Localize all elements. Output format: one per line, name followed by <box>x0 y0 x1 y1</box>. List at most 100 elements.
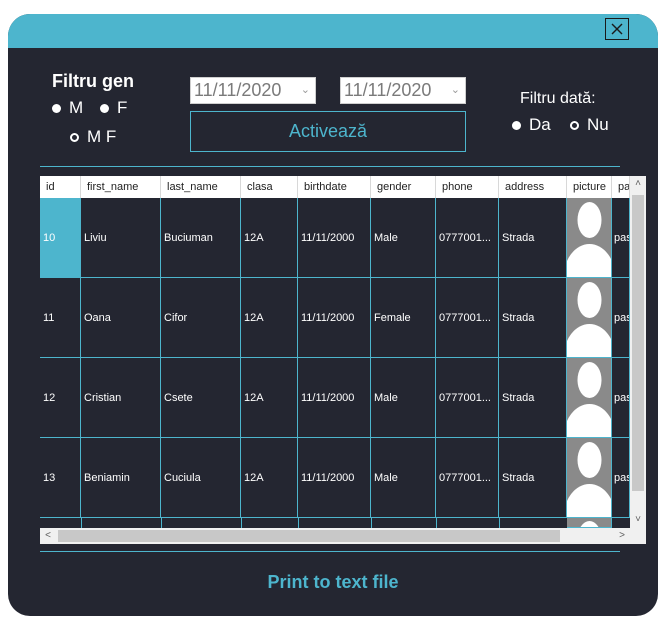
close-icon <box>611 23 623 35</box>
radio-checked-icon <box>512 120 521 130</box>
date-radio-da[interactable]: Da <box>512 115 551 135</box>
table-row[interactable]: 11 Oana Cifor 12A 11/11/2000 Female 0777… <box>40 278 630 358</box>
cell-phone[interactable]: 0777001... <box>436 438 499 518</box>
column-header[interactable]: picture <box>567 176 612 198</box>
cell-picture[interactable] <box>567 438 612 518</box>
cell-gender[interactable]: Male <box>371 358 436 438</box>
avatar-placeholder-icon <box>567 282 611 357</box>
avatar-placeholder-icon <box>580 521 599 527</box>
cell-first-name[interactable]: Liviu <box>81 198 161 278</box>
close-button[interactable] <box>605 18 629 40</box>
cell-first-name[interactable]: Oana <box>81 278 161 358</box>
cell-birthdate[interactable]: 11/11/2000 <box>298 358 371 438</box>
cell-clasa[interactable]: 12A <box>241 278 298 358</box>
column-header[interactable]: id <box>40 176 81 198</box>
cell-id[interactable]: 13 <box>40 438 81 518</box>
cell-password[interactable]: pas <box>612 278 630 358</box>
gender-radio-mf[interactable]: M F <box>70 127 116 147</box>
students-grid[interactable]: id first_name last_name clasa birthdate … <box>40 176 646 544</box>
table-row-partial <box>40 518 630 528</box>
avatar-placeholder-icon <box>567 362 611 437</box>
print-to-file-button[interactable]: Print to text file <box>8 572 658 593</box>
divider-top <box>40 166 620 167</box>
cell-id[interactable]: 10 <box>40 198 81 278</box>
cell-picture[interactable] <box>567 278 612 358</box>
column-header[interactable]: birthdate <box>298 176 371 198</box>
date-filter-title: Filtru dată: <box>520 90 596 107</box>
date-from-value: 11/11/2020 <box>194 80 282 100</box>
avatar-placeholder-icon <box>567 202 611 277</box>
date-to-value: 11/11/2020 <box>344 80 432 100</box>
date-radio-nu-label: Nu <box>587 115 609 134</box>
gender-filter-title: Filtru gen <box>52 71 134 91</box>
date-radio-da-label: Da <box>529 115 551 134</box>
cell-address[interactable]: Strada <box>499 358 567 438</box>
cell-clasa[interactable]: 12A <box>241 438 298 518</box>
column-header[interactable]: last_name <box>161 176 241 198</box>
column-header[interactable]: phone <box>436 176 499 198</box>
cell-id[interactable]: 12 <box>40 358 81 438</box>
gender-radio-m-label: M <box>69 98 84 117</box>
cell-phone[interactable]: 0777001... <box>436 358 499 438</box>
app-window: Filtru gen M F M F 11/11/2020 ⌄ 11/11/20… <box>8 14 658 616</box>
vertical-scrollbar[interactable]: ˄ ˅ <box>630 176 646 528</box>
cell-last-name[interactable]: Buciuman <box>161 198 241 278</box>
cell-birthdate[interactable]: 11/11/2000 <box>298 438 371 518</box>
cell-password[interactable]: pas <box>612 438 630 518</box>
table-row[interactable]: 13 Beniamin Cuciula 12A 11/11/2000 Male … <box>40 438 630 518</box>
scroll-up-icon[interactable]: ˄ <box>630 176 646 192</box>
gender-radio-m[interactable]: M <box>52 98 83 118</box>
cell-password[interactable]: pas <box>612 198 630 278</box>
cell-picture[interactable] <box>567 198 612 278</box>
scroll-left-icon[interactable]: ˂ <box>40 528 56 544</box>
activate-button[interactable]: Activează <box>190 111 466 152</box>
table-row[interactable]: 12 Cristian Csete 12A 11/11/2000 Male 07… <box>40 358 630 438</box>
cell-phone[interactable]: 0777001... <box>436 198 499 278</box>
cell-first-name[interactable]: Cristian <box>81 358 161 438</box>
grid-header: id first_name last_name clasa birthdate … <box>40 176 630 198</box>
cell-last-name[interactable]: Cifor <box>161 278 241 358</box>
vertical-scroll-thumb[interactable] <box>632 195 644 491</box>
cell-address[interactable]: Strada <box>499 278 567 358</box>
column-header[interactable]: address <box>499 176 567 198</box>
column-header[interactable]: clasa <box>241 176 298 198</box>
chevron-down-icon: ⌄ <box>300 84 310 96</box>
gender-radio-f-label: F <box>117 98 128 117</box>
cell-last-name[interactable]: Csete <box>161 358 241 438</box>
date-radio-nu[interactable]: Nu <box>570 115 609 135</box>
cell-birthdate[interactable]: 11/11/2000 <box>298 198 371 278</box>
cell-gender[interactable]: Female <box>371 278 436 358</box>
chevron-down-icon: ⌄ <box>450 84 460 96</box>
column-header[interactable]: pa <box>612 176 630 198</box>
table-row[interactable]: 10 Liviu Buciuman 12A 11/11/2000 Male 07… <box>40 198 630 278</box>
horizontal-scroll-thumb[interactable] <box>58 530 560 542</box>
cell-address[interactable]: Strada <box>499 438 567 518</box>
avatar-placeholder-icon <box>567 442 611 517</box>
date-from-picker[interactable]: 11/11/2020 ⌄ <box>190 77 316 104</box>
cell-address[interactable]: Strada <box>499 198 567 278</box>
cell-clasa[interactable]: 12A <box>241 358 298 438</box>
cell-birthdate[interactable]: 11/11/2000 <box>298 278 371 358</box>
cell-password[interactable]: pas <box>612 358 630 438</box>
cell-picture <box>567 518 612 528</box>
gender-radio-f[interactable]: F <box>100 98 127 118</box>
cell-last-name[interactable]: Cuciula <box>161 438 241 518</box>
cell-gender[interactable]: Male <box>371 198 436 278</box>
cell-first-name[interactable]: Beniamin <box>81 438 161 518</box>
divider-bottom <box>40 551 620 552</box>
horizontal-scrollbar[interactable]: ˂ ˃ <box>40 528 630 544</box>
column-header[interactable]: gender <box>371 176 436 198</box>
date-to-picker[interactable]: 11/11/2020 ⌄ <box>340 77 466 104</box>
cell-picture[interactable] <box>567 358 612 438</box>
scroll-right-icon[interactable]: ˃ <box>614 528 630 544</box>
column-header[interactable]: first_name <box>81 176 161 198</box>
scrollbar-corner <box>630 528 646 544</box>
radio-unchecked-icon <box>70 132 79 142</box>
title-bar <box>8 14 658 48</box>
cell-clasa[interactable]: 12A <box>241 198 298 278</box>
scroll-down-icon[interactable]: ˅ <box>630 512 646 528</box>
cell-phone[interactable]: 0777001... <box>436 278 499 358</box>
radio-unchecked-icon <box>570 120 579 130</box>
cell-id[interactable]: 11 <box>40 278 81 358</box>
cell-gender[interactable]: Male <box>371 438 436 518</box>
